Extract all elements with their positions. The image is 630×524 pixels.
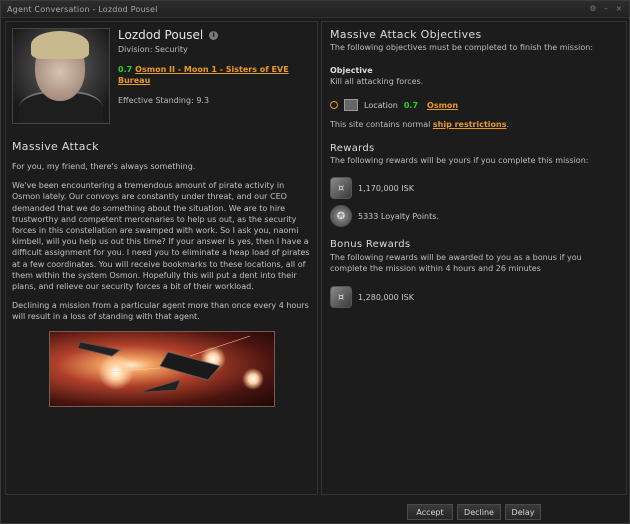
isk-icon[interactable]: ¤ <box>330 177 352 199</box>
restrictions-prefix: This site contains normal <box>330 120 431 129</box>
location-link[interactable]: Osmon <box>427 101 458 110</box>
rewards-intro: The following rewards will be yours if y… <box>330 156 589 165</box>
reward-text: 1,170,000 ISK <box>358 183 414 193</box>
mission-paragraph: Declining a mission from a particular ag… <box>12 301 309 322</box>
agent-header: Lozdod Pousel i Division: Security 0.7 Os… <box>12 28 311 124</box>
bonus-rewards-intro: The following rewards will be awarded to… <box>330 253 582 273</box>
loyalty-points-icon[interactable]: ✪ <box>330 205 352 227</box>
window-titlebar[interactable]: Agent Conversation - Lozdod Pousel ⚙ – × <box>1 1 629 18</box>
location-security: 0.7 <box>403 100 419 110</box>
agent-name: Lozdod Pousel <box>118 28 204 42</box>
security-status: 0.7 <box>118 65 133 74</box>
isk-icon[interactable]: ¤ <box>330 286 352 308</box>
objective-status-icon <box>330 101 338 109</box>
delay-button[interactable]: Delay <box>505 504 541 520</box>
objective-location-row: Location 0.7 Osmon <box>330 98 618 112</box>
ship-restrictions-link[interactable]: ship restrictions <box>433 120 507 129</box>
ship-restrictions-line: This site contains normal ship restricti… <box>330 120 618 129</box>
rewards-title: Rewards <box>330 143 375 154</box>
minimize-icon[interactable]: – <box>602 5 610 13</box>
bonus-reward-text: 1,280,000 ISK <box>358 292 414 302</box>
settings-icon[interactable]: ⚙ <box>589 5 597 13</box>
objective-heading: Objective <box>330 66 373 75</box>
mission-title: Massive Attack <box>12 140 99 153</box>
restrictions-suffix: . <box>506 120 510 129</box>
objective-text: Kill all attacking forces. <box>330 77 424 86</box>
agent-portrait[interactable] <box>12 28 110 124</box>
accept-button[interactable]: Accept <box>407 504 453 520</box>
bonus-reward-item: ¤ 1,280,000 ISK <box>330 286 618 308</box>
agent-info: Lozdod Pousel i Division: Security 0.7 Os… <box>118 28 311 122</box>
objectives-intro: The following objectives must be complet… <box>330 43 594 52</box>
reward-item: ¤ 1,170,000 ISK <box>330 177 618 199</box>
mission-paragraph: For you, my friend, there's always somet… <box>12 162 196 171</box>
station-link[interactable]: Osmon II - Moon 1 - Sisters of EVE Burea… <box>118 65 289 85</box>
agent-panel: Lozdod Pousel i Division: Security 0.7 Os… <box>5 21 318 495</box>
location-icon <box>344 99 358 111</box>
mission-paragraph: We've been encountering a tremendous amo… <box>12 181 310 292</box>
bonus-rewards-title: Bonus Rewards <box>330 239 411 250</box>
info-icon[interactable]: i <box>209 30 219 40</box>
effective-standing: Effective Standing: 9.3 <box>118 96 210 105</box>
reward-item: ✪ 5333 Loyalty Points. <box>330 205 618 227</box>
location-label: Location <box>364 100 398 110</box>
agent-conversation-window: Agent Conversation - Lozdod Pousel ⚙ – ×… <box>0 0 630 524</box>
close-icon[interactable]: × <box>615 5 623 13</box>
objectives-panel: Massive Attack Objectives The following … <box>321 21 627 495</box>
action-buttons: Accept Decline Delay <box>407 504 541 520</box>
reward-text: 5333 Loyalty Points. <box>358 211 439 221</box>
mission-image <box>48 330 275 407</box>
decline-button[interactable]: Decline <box>457 504 501 520</box>
window-title: Agent Conversation - Lozdod Pousel <box>7 4 158 14</box>
agent-division: Division: Security <box>118 45 188 54</box>
objectives-title: Massive Attack Objectives <box>330 28 482 41</box>
